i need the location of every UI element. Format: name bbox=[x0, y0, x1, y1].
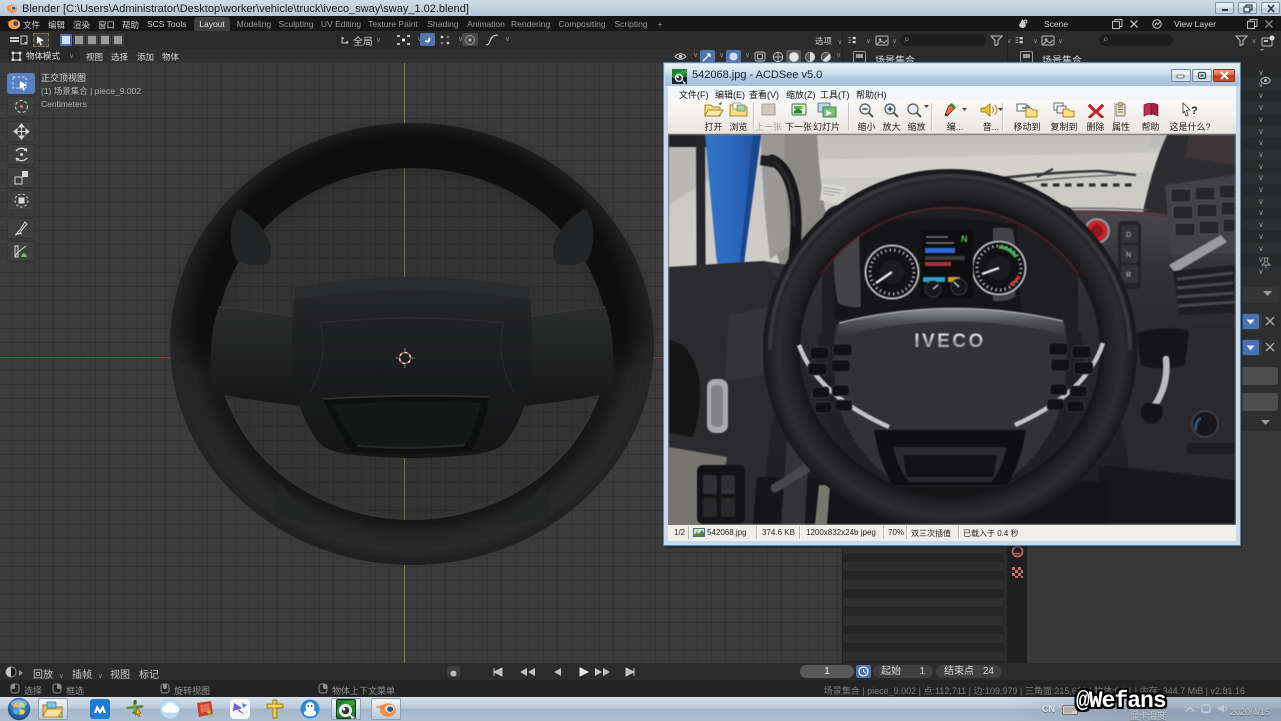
svg-text:N: N bbox=[1126, 252, 1131, 259]
svg-text:IVECO: IVECO bbox=[914, 331, 986, 352]
svg-text:N: N bbox=[961, 234, 968, 244]
svg-text:?: ? bbox=[1191, 105, 1198, 117]
svg-text:D: D bbox=[1126, 232, 1131, 239]
svg-text:R: R bbox=[1126, 272, 1131, 279]
